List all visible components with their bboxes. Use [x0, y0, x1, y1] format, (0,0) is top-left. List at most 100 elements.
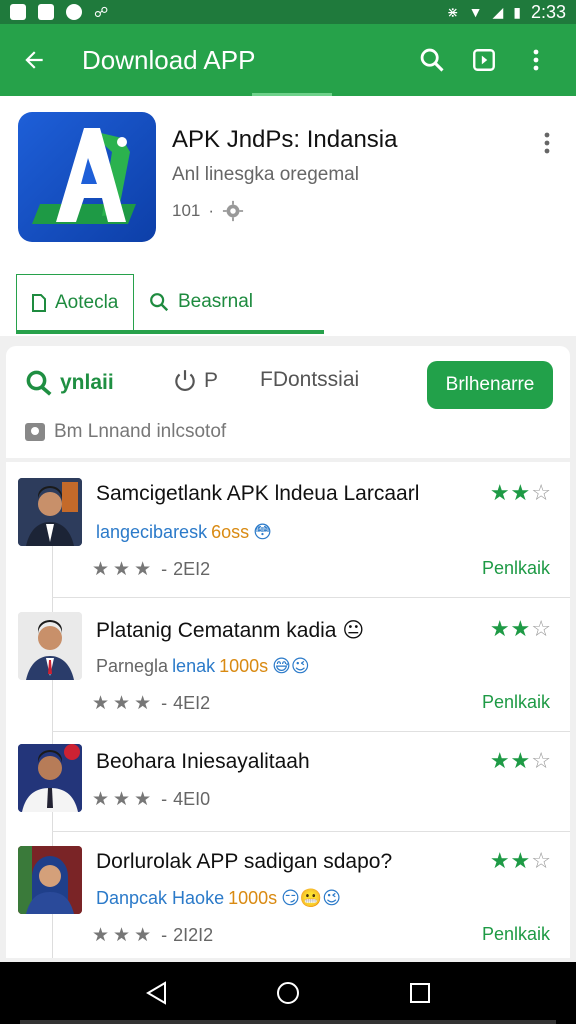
status-icons-left: ☍ — [10, 4, 108, 20]
rating-stars: ★★☆ — [489, 616, 552, 641]
rating-stars: ★★☆ — [489, 748, 552, 773]
search-icon — [26, 370, 52, 396]
search-button[interactable] — [406, 36, 458, 84]
play-button[interactable] — [458, 36, 510, 84]
search-icon — [150, 293, 169, 312]
list-item[interactable]: Samcigetlank APK lndeua Larcaarl ★★☆ lan… — [6, 462, 570, 598]
triangle-back-icon — [146, 981, 166, 1005]
item-subtitle-text: langecibaresk — [96, 522, 208, 542]
item-title: Samcigetlank APK lndeua Larcaarl — [96, 482, 420, 505]
small-stars: ★★★ — [92, 925, 156, 946]
item-subtitle-count: 1000s — [219, 656, 269, 676]
filter-note-text: Bm Lnnand inlcsotof — [54, 421, 227, 442]
emoji: 😏😬😉 — [281, 888, 342, 908]
item-link[interactable]: Penlkaik — [482, 924, 550, 945]
more-vert-icon — [533, 49, 539, 71]
nav-home-button[interactable] — [268, 973, 308, 1013]
app-bar-title: Download APP — [82, 44, 256, 75]
item-link[interactable]: Penlkaik — [482, 692, 550, 713]
item-subtitle: Danpcak Haoke 1000s 😏😬😉 — [96, 888, 341, 909]
document-icon — [32, 293, 46, 312]
app-meta: 101 · — [172, 200, 244, 222]
list-item[interactable]: Dorlurolak APP sadigan sdapo? ★★☆ Danpca… — [6, 832, 570, 958]
gesture-line — [20, 1020, 556, 1024]
calendar-icon — [38, 4, 54, 20]
wifi-icon: ▼ — [468, 4, 483, 20]
signal-icon: ◢ — [492, 4, 504, 20]
settings-icon[interactable] — [222, 200, 244, 222]
small-stars: ★★★ — [92, 693, 156, 714]
item-link[interactable]: Penlkaik — [482, 558, 550, 579]
filter-action-button[interactable]: Brlhenarre — [427, 361, 553, 409]
tab-label: Beasrnal — [178, 291, 253, 312]
item-title: Platanig Cematanm kadia 😐 — [96, 618, 364, 643]
image-icon — [25, 423, 45, 441]
item-meta: ★★★ - 4EI0 — [92, 788, 210, 811]
circle-icon — [66, 4, 82, 20]
item-meta: ★★★ - 2I2I2 — [92, 924, 213, 947]
app-list: Samcigetlank APK lndeua Larcaarl ★★☆ lan… — [6, 462, 570, 958]
list-item[interactable]: Beohara Iniesayalitaah ★★☆ ★★★ - 4EI0 — [6, 732, 570, 832]
search-icon — [420, 48, 444, 72]
item-meta: ★★★ - 4EI2 — [92, 692, 210, 715]
app-logo-icon — [18, 112, 156, 242]
rating-stars: ★★☆ — [489, 848, 552, 873]
tab-aotecla[interactable]: Aotecla — [16, 274, 134, 334]
item-subtitle-text: lenak — [172, 656, 216, 676]
dash: - — [161, 925, 168, 945]
app-bar: Download APP — [0, 24, 576, 96]
circle-home-icon — [277, 982, 299, 1004]
item-title-text: Platanig Cematanm kadia — [96, 619, 337, 642]
filter-third[interactable]: FDontssiai — [260, 368, 359, 392]
rating-stars: ★★☆ — [489, 480, 552, 505]
item-count: 2I2I2 — [173, 925, 214, 945]
back-button[interactable] — [14, 40, 54, 80]
item-count: 4EI0 — [173, 789, 211, 809]
link-icon: ☍ — [94, 4, 109, 20]
app-subtitle: Anl linesgka oregemal — [172, 164, 359, 185]
filter-search[interactable]: ynlaii — [24, 368, 114, 398]
bluetooth-icon: ⋇ — [446, 4, 459, 20]
list-item[interactable]: Platanig Cematanm kadia 😐 ★★☆ Parnegla l… — [6, 598, 570, 732]
app-header-card: APK JndPs: Indansia Anl linesgka oregema… — [0, 96, 576, 336]
tab-beasrnal[interactable]: Beasrnal — [134, 274, 324, 334]
avatar — [18, 744, 82, 812]
header-more-button[interactable] — [532, 128, 562, 158]
play-box-icon — [473, 49, 495, 71]
arrow-left-icon — [25, 51, 43, 69]
item-subtitle: Parnegla lenak 1000s 😅😉 — [96, 656, 310, 677]
nav-recents-button[interactable] — [400, 973, 440, 1013]
filter-power-label: P — [204, 369, 219, 392]
overflow-menu-button[interactable] — [510, 36, 562, 84]
status-icons-right: ⋇ ▼ ◢ ▮ 2:33 — [447, 2, 566, 23]
power-icon — [175, 370, 195, 392]
dash: - — [161, 559, 168, 579]
tab-label: Aotecla — [55, 291, 119, 313]
dash: - — [161, 789, 168, 809]
small-stars: ★★★ — [92, 789, 156, 810]
item-subtitle-gray: Parnegla — [96, 656, 169, 676]
filter-power[interactable]: P — [172, 368, 218, 394]
filter-search-label: ynlaii — [60, 371, 114, 394]
battery-icon: ▮ — [513, 4, 521, 20]
item-subtitle: langecibaresk 6oss 😳 — [96, 522, 272, 543]
dash: - — [161, 693, 168, 713]
nav-back-button[interactable] — [136, 973, 176, 1013]
small-stars: ★★★ — [92, 559, 156, 580]
item-count: 2EI2 — [173, 559, 211, 579]
emoji: 😳 — [253, 522, 272, 542]
more-vert-icon — [544, 132, 550, 154]
segment-tabs: Aotecla Beasrnal — [16, 274, 324, 334]
filter-note: Bm Lnnand inlcsotof — [24, 421, 226, 443]
emoji: 😅😉 — [272, 656, 310, 676]
item-subtitle-text: Danpcak Haoke — [96, 888, 225, 908]
square-recents-icon — [410, 983, 430, 1003]
item-meta: ★★★ - 2EI2 — [92, 558, 210, 581]
status-time: 2:33 — [530, 1, 566, 22]
item-subtitle-count: 6oss — [211, 522, 250, 542]
status-bar: ☍ ⋇ ▼ ◢ ▮ 2:33 — [0, 0, 576, 24]
item-count: 4EI2 — [173, 693, 211, 713]
avatar — [18, 846, 82, 914]
avatar — [18, 478, 82, 546]
separator-dot: · — [208, 201, 215, 220]
